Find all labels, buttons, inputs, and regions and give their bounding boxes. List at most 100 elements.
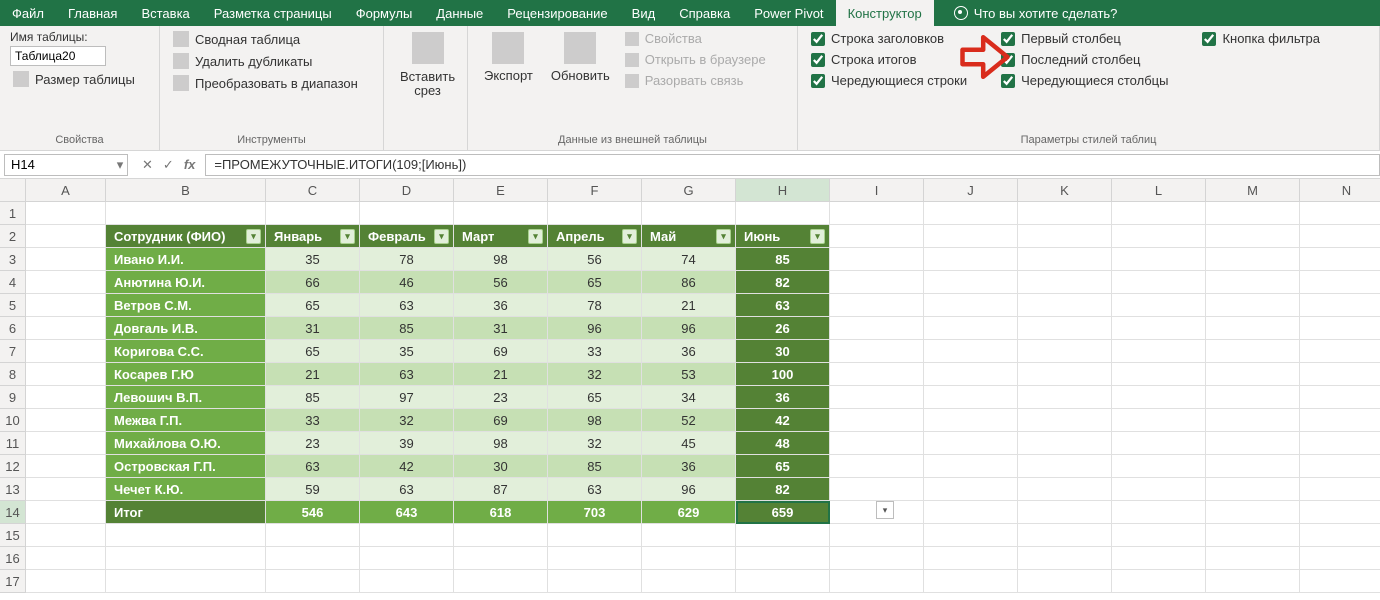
col-header-I[interactable]: I <box>830 179 924 202</box>
cell-empty[interactable] <box>1018 386 1112 409</box>
table-cell[interactable]: 85 <box>266 386 360 409</box>
cell-empty[interactable] <box>924 524 1018 547</box>
first-col-check[interactable]: Первый столбец <box>998 30 1171 47</box>
table-cell[interactable]: 21 <box>642 294 736 317</box>
row-header-17[interactable]: 17 <box>0 570 26 593</box>
row-header-9[interactable]: 9 <box>0 386 26 409</box>
cell-empty[interactable] <box>1112 363 1206 386</box>
cell-empty[interactable] <box>1018 317 1112 340</box>
cell-empty[interactable] <box>1018 478 1112 501</box>
cell-empty[interactable] <box>26 363 106 386</box>
cell-empty[interactable] <box>1206 455 1300 478</box>
cell-empty[interactable] <box>924 455 1018 478</box>
cell-empty[interactable] <box>26 409 106 432</box>
table-header[interactable]: Сотрудник (ФИО)▾ <box>106 225 266 248</box>
cell-empty[interactable] <box>830 524 924 547</box>
table-cell-last[interactable]: 36 <box>736 386 830 409</box>
cell-empty[interactable] <box>1206 547 1300 570</box>
table-cell[interactable]: 85 <box>548 455 642 478</box>
cell-empty[interactable] <box>1018 455 1112 478</box>
table-cell[interactable]: 74 <box>642 248 736 271</box>
cell-empty[interactable] <box>1112 202 1206 225</box>
row-header-16[interactable]: 16 <box>0 547 26 570</box>
table-cell-last[interactable]: 82 <box>736 478 830 501</box>
table-total-active[interactable]: 659 <box>736 501 830 524</box>
table-cell-name[interactable]: Михайлова О.Ю. <box>106 432 266 455</box>
cell-empty[interactable] <box>736 570 830 593</box>
table-cell[interactable]: 39 <box>360 432 454 455</box>
table-name-input[interactable] <box>10 46 106 66</box>
table-cell[interactable]: 65 <box>266 340 360 363</box>
cell-empty[interactable] <box>1018 363 1112 386</box>
table-cell-name[interactable]: Межва Г.П. <box>106 409 266 432</box>
cell-empty[interactable] <box>1018 248 1112 271</box>
col-header-J[interactable]: J <box>924 179 1018 202</box>
pivot-table-button[interactable]: Сводная таблица <box>170 30 361 48</box>
row-header-14[interactable]: 14 <box>0 501 26 524</box>
cell-empty[interactable] <box>1018 340 1112 363</box>
tab-Разметка страницы[interactable]: Разметка страницы <box>202 0 344 26</box>
tab-Главная[interactable]: Главная <box>56 0 129 26</box>
cell-empty[interactable] <box>106 547 266 570</box>
cell-empty[interactable] <box>26 248 106 271</box>
cell-empty[interactable] <box>26 294 106 317</box>
cell-empty[interactable] <box>1206 202 1300 225</box>
col-header-F[interactable]: F <box>548 179 642 202</box>
cell-empty[interactable] <box>924 271 1018 294</box>
table-cell[interactable]: 23 <box>454 386 548 409</box>
cell-empty[interactable] <box>1300 455 1380 478</box>
row-header-3[interactable]: 3 <box>0 248 26 271</box>
tab-Формулы[interactable]: Формулы <box>344 0 425 26</box>
table-cell[interactable]: 63 <box>360 363 454 386</box>
cells-area[interactable]: Сотрудник (ФИО)▾Январь▾Февраль▾Март▾Апре… <box>26 202 1380 593</box>
table-cell[interactable]: 21 <box>454 363 548 386</box>
tab-Данные[interactable]: Данные <box>424 0 495 26</box>
cell-empty[interactable] <box>548 547 642 570</box>
col-header-M[interactable]: M <box>1206 179 1300 202</box>
cell-empty[interactable] <box>924 225 1018 248</box>
cell-empty[interactable] <box>454 570 548 593</box>
table-cell-name[interactable]: Косарев Г.Ю <box>106 363 266 386</box>
cell-empty[interactable] <box>1206 248 1300 271</box>
table-cell[interactable]: 31 <box>266 317 360 340</box>
cell-empty[interactable] <box>266 570 360 593</box>
table-cell[interactable]: 69 <box>454 409 548 432</box>
cell-empty[interactable] <box>1112 570 1206 593</box>
table-cell[interactable]: 56 <box>548 248 642 271</box>
col-header-D[interactable]: D <box>360 179 454 202</box>
table-cell[interactable]: 97 <box>360 386 454 409</box>
tab-Рецензирование[interactable]: Рецензирование <box>495 0 619 26</box>
table-cell[interactable]: 85 <box>360 317 454 340</box>
cell-empty[interactable] <box>360 202 454 225</box>
cell-empty[interactable] <box>26 524 106 547</box>
convert-to-range-button[interactable]: Преобразовать в диапазон <box>170 74 361 92</box>
cell-empty[interactable] <box>1206 478 1300 501</box>
name-box-dropdown[interactable]: ▾ <box>113 157 127 173</box>
cell-empty[interactable] <box>1300 409 1380 432</box>
cell-empty[interactable] <box>26 455 106 478</box>
cell-empty[interactable] <box>266 524 360 547</box>
col-header-C[interactable]: C <box>266 179 360 202</box>
table-cell[interactable]: 98 <box>548 409 642 432</box>
table-header[interactable]: Март▾ <box>454 225 548 248</box>
cell-empty[interactable] <box>830 570 924 593</box>
table-cell[interactable]: 56 <box>454 271 548 294</box>
total-row-check[interactable]: Строка итогов <box>808 51 970 68</box>
table-cell-name[interactable]: Коригова С.С. <box>106 340 266 363</box>
cell-empty[interactable] <box>1112 409 1206 432</box>
cell-empty[interactable] <box>1300 432 1380 455</box>
cell-empty[interactable] <box>830 340 924 363</box>
cell-empty[interactable] <box>642 570 736 593</box>
table-cell[interactable]: 31 <box>454 317 548 340</box>
cell-empty[interactable] <box>642 202 736 225</box>
cell-empty[interactable] <box>1206 386 1300 409</box>
cell-empty[interactable] <box>1018 570 1112 593</box>
cell-empty[interactable] <box>26 570 106 593</box>
cell-empty[interactable] <box>1112 317 1206 340</box>
table-cell-last[interactable]: 30 <box>736 340 830 363</box>
cell-empty[interactable] <box>1018 271 1112 294</box>
cell-empty[interactable] <box>1300 294 1380 317</box>
cell-empty[interactable] <box>1206 432 1300 455</box>
table-total[interactable]: 629 <box>642 501 736 524</box>
cell-empty[interactable] <box>830 225 924 248</box>
